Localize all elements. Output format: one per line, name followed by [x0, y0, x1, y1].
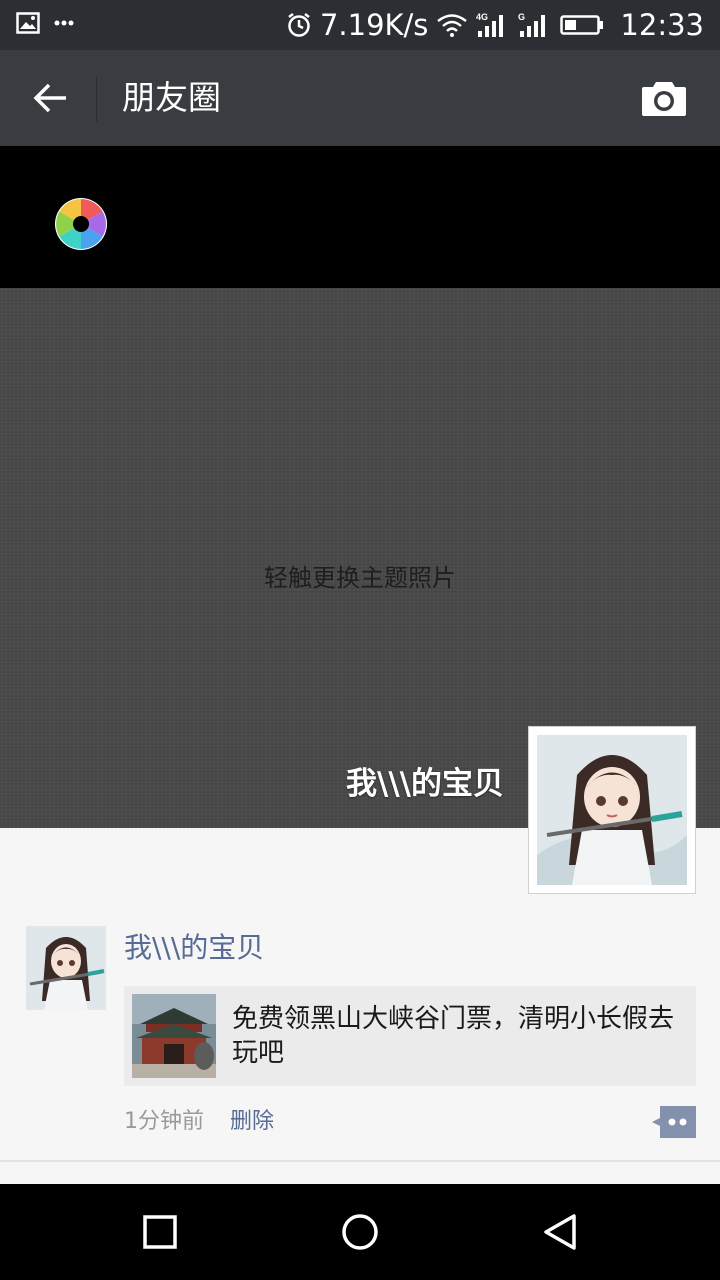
shutter-icon	[55, 198, 107, 250]
cover-change-hint: 轻触更换主题照片	[264, 564, 456, 592]
back-icon	[544, 1214, 576, 1250]
status-left	[16, 12, 74, 34]
profile-name: 我\\\的宝贝	[346, 766, 504, 802]
recent-apps-button[interactable]	[136, 1208, 184, 1256]
camera-icon	[642, 82, 686, 116]
post-author-name[interactable]: 我\\\的宝贝	[124, 928, 264, 968]
signal-g-icon: G	[518, 12, 546, 37]
alarm-icon	[288, 13, 310, 37]
shared-link-card[interactable]: 免费领黑山大峡谷门票，清明小长假去玩吧	[124, 986, 696, 1086]
page-title: 朋友圈	[122, 78, 221, 117]
system-back-button[interactable]	[536, 1208, 584, 1256]
profile-avatar[interactable]	[528, 726, 696, 894]
home-icon	[342, 1214, 378, 1250]
svg-text:4G: 4G	[476, 12, 488, 22]
status-bar: 7.19K/s 4G G 12:33	[0, 0, 720, 50]
avatar-image	[537, 735, 687, 885]
recent-apps-icon	[143, 1215, 177, 1249]
link-title: 免费领黑山大峡谷门票，清明小长假去玩吧	[232, 1004, 675, 1068]
more-dots-icon	[54, 20, 74, 26]
app-header: 朋友圈	[0, 50, 720, 146]
net-speed: 7.19K/s	[319, 8, 429, 42]
post-author-avatar[interactable]	[26, 926, 106, 1010]
link-thumbnail	[132, 994, 216, 1078]
comment-more-icon[interactable]	[650, 1106, 696, 1138]
camera-button[interactable]	[636, 74, 692, 122]
cover-header-area	[0, 146, 720, 288]
post-timestamp: 1分钟前	[124, 1109, 204, 1134]
signal-4g-icon: 4G	[476, 12, 504, 37]
feed-divider	[0, 1160, 720, 1162]
svg-text:G: G	[518, 12, 525, 22]
wifi-icon	[437, 14, 468, 37]
system-navigation-bar	[0, 1184, 720, 1280]
clock: 12:33	[620, 8, 704, 42]
home-button[interactable]	[336, 1208, 384, 1256]
back-button[interactable]	[22, 72, 78, 124]
header-divider	[96, 76, 97, 122]
battery-icon	[560, 15, 604, 35]
delete-button[interactable]: 删除	[230, 1104, 274, 1140]
arrow-left-icon	[33, 83, 66, 113]
status-right: 7.19K/s 4G G 12:33	[286, 6, 704, 44]
image-icon	[16, 12, 40, 34]
